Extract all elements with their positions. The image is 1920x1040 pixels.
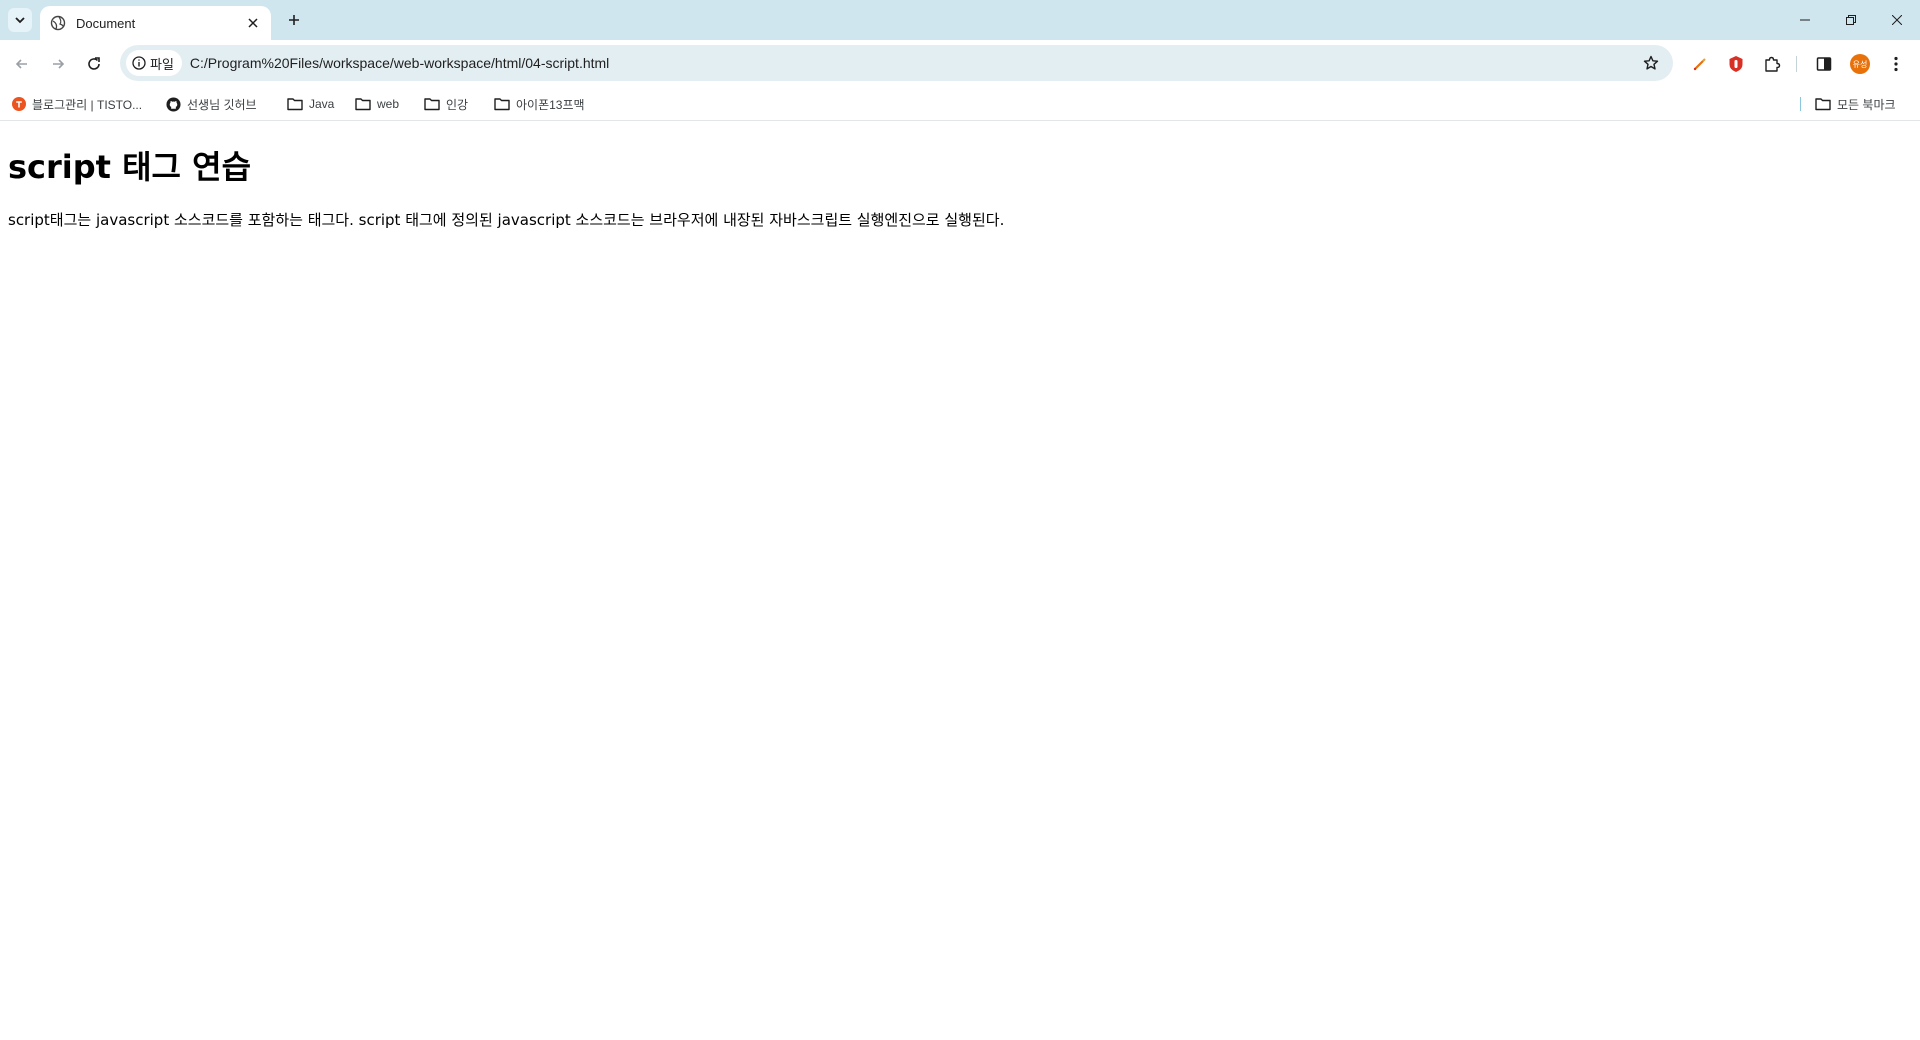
pen-icon — [1693, 58, 1706, 71]
browser-chrome: Document 파일 C:/Program%20Files/workspace… — [0, 0, 1920, 121]
bookmark-folder-web[interactable]: web — [355, 94, 399, 114]
bookmark-folder-java[interactable]: Java — [287, 94, 334, 114]
bookmark-tistory[interactable]: 블로그관리 | TISTO... — [12, 94, 142, 114]
minimize-icon — [1800, 19, 1810, 21]
tab-search-button[interactable] — [8, 8, 32, 32]
folder-icon — [494, 98, 510, 111]
page-content: script 태그 연습 script태그는 javascript 소스코드를 … — [0, 142, 1920, 230]
more-vertical-icon — [1894, 56, 1898, 72]
side-panel-icon — [1816, 57, 1832, 71]
bookmarks-divider — [1800, 97, 1801, 111]
arrow-left-icon — [15, 59, 27, 69]
bookmark-label: 인강 — [446, 97, 469, 112]
window-controls — [1782, 0, 1920, 40]
puzzle-icon — [1765, 56, 1781, 72]
bookmark-folder-iphone[interactable]: 아이폰13프맥 — [494, 94, 585, 114]
adblock-extension-button[interactable] — [1724, 52, 1748, 76]
page-heading: script 태그 연습 — [8, 148, 252, 186]
adblock-icon — [1729, 56, 1743, 72]
all-bookmarks-button[interactable]: 모든 북마크 — [1815, 94, 1896, 114]
plus-icon — [289, 15, 299, 25]
pen-extension-button[interactable] — [1688, 52, 1712, 76]
forward-button[interactable] — [44, 50, 72, 78]
bookmark-github[interactable]: 선생님 깃허브 — [166, 94, 257, 114]
folder-icon — [355, 98, 371, 111]
address-bar[interactable]: 파일 C:/Program%20Files/workspace/web-work… — [120, 45, 1673, 81]
star-icon — [1643, 55, 1659, 70]
bookmark-label: 블로그관리 | TISTO... — [32, 97, 143, 112]
profile-button[interactable]: 유성 — [1848, 52, 1872, 76]
tab-document[interactable]: Document — [40, 6, 271, 40]
avatar: 유성 — [1850, 54, 1870, 74]
folder-icon — [287, 98, 303, 111]
tab-close-button[interactable] — [243, 13, 263, 33]
tistory-icon — [12, 97, 26, 111]
new-tab-button[interactable] — [282, 8, 306, 32]
bookmark-folder-ingang[interactable]: 인강 — [424, 94, 468, 114]
toolbar-divider — [1796, 56, 1797, 72]
chevron-down-icon — [15, 17, 25, 24]
back-button[interactable] — [8, 50, 36, 78]
bookmark-label: 선생님 깃허브 — [187, 97, 257, 112]
all-bookmarks-label: 모든 북마크 — [1837, 97, 1896, 112]
folder-icon — [1815, 98, 1831, 111]
bookmark-star-button[interactable] — [1637, 49, 1665, 77]
restore-button[interactable] — [1828, 0, 1874, 40]
github-icon — [166, 96, 181, 112]
info-icon — [132, 56, 146, 70]
tab-strip: Document — [0, 0, 1920, 40]
close-window-button[interactable] — [1874, 0, 1920, 40]
globe-icon — [50, 15, 66, 31]
arrow-right-icon — [53, 59, 65, 69]
url-text[interactable]: C:/Program%20Files/workspace/web-workspa… — [190, 55, 1637, 71]
reload-icon — [88, 57, 100, 70]
site-info-label: 파일 — [150, 56, 174, 72]
menu-button[interactable] — [1884, 52, 1908, 76]
side-panel-button[interactable] — [1812, 52, 1836, 76]
bookmark-label: web — [377, 97, 400, 111]
tab-title: Document — [76, 15, 136, 31]
minimize-button[interactable] — [1782, 0, 1828, 40]
bookmark-label: 아이폰13프맥 — [516, 97, 585, 112]
close-icon — [248, 18, 258, 28]
site-info-chip[interactable]: 파일 — [126, 50, 182, 76]
reload-button[interactable] — [80, 50, 108, 78]
restore-icon — [1846, 15, 1856, 25]
bookmarks-bar: 블로그관리 | TISTO... 선생님 깃허브 Java web 인강 아이폰… — [0, 88, 1920, 121]
extensions-button[interactable] — [1760, 52, 1784, 76]
toolbar: 파일 C:/Program%20Files/workspace/web-work… — [0, 40, 1920, 88]
close-icon — [1892, 15, 1902, 25]
folder-icon — [424, 98, 440, 111]
bookmark-label: Java — [309, 97, 335, 111]
page-paragraph: script태그는 javascript 소스코드를 포함하는 태그다. scr… — [8, 211, 1005, 229]
